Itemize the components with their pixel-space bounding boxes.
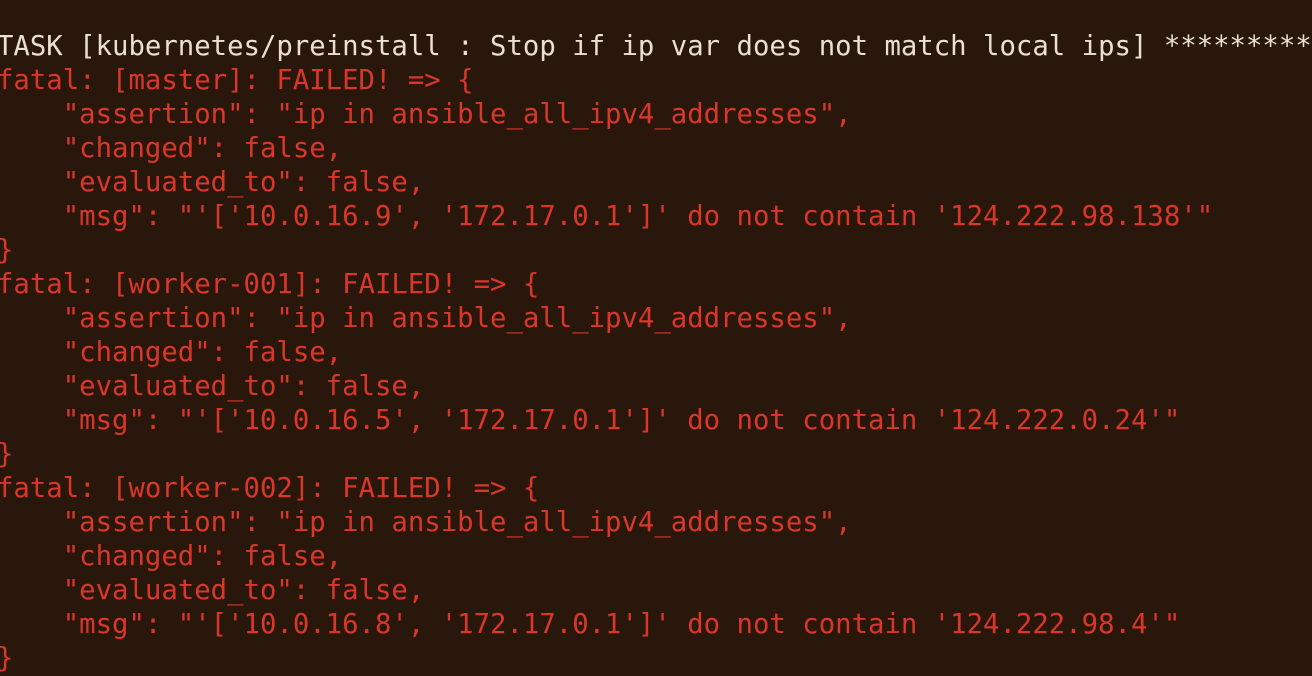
- msg-line-worker-001: "msg": "'['10.0.16.5', '172.17.0.1']' do…: [0, 405, 1181, 436]
- closing-brace-master: }: [0, 234, 13, 268]
- changed-line-worker-001: "changed": false,: [0, 337, 343, 368]
- task-header-line: TASK [kubernetes/preinstall : Stop if ip…: [0, 31, 1312, 62]
- fatal-header-worker-001: fatal: [worker-001]: FAILED! => {: [0, 269, 540, 300]
- evaluated-line-worker-002: "evaluated_to": false,: [0, 575, 425, 606]
- assertion-line-worker-001: "assertion": "ip in ansible_all_ipv4_add…: [0, 303, 852, 334]
- evaluated-line-master: "evaluated_to": false,: [0, 167, 425, 198]
- msg-line-worker-002: "msg": "'['10.0.16.8', '172.17.0.1']' do…: [0, 609, 1181, 640]
- closing-brace-worker-001: }: [0, 438, 13, 472]
- changed-line-master: "changed": false,: [0, 133, 343, 164]
- changed-line-worker-002: "changed": false,: [0, 541, 343, 572]
- fatal-header-worker-002: fatal: [worker-002]: FAILED! => {: [0, 473, 540, 504]
- closing-brace-worker-002: }: [0, 642, 13, 676]
- assertion-line-worker-002: "assertion": "ip in ansible_all_ipv4_add…: [0, 507, 852, 538]
- assertion-line-master: "assertion": "ip in ansible_all_ipv4_add…: [0, 99, 852, 130]
- msg-line-master: "msg": "'['10.0.16.9', '172.17.0.1']' do…: [0, 201, 1214, 232]
- terminal-window[interactable]: TASK [kubernetes/preinstall : Stop if ip…: [0, 0, 1312, 676]
- evaluated-line-worker-001: "evaluated_to": false,: [0, 371, 425, 402]
- fatal-header-master: fatal: [master]: FAILED! => {: [0, 65, 474, 96]
